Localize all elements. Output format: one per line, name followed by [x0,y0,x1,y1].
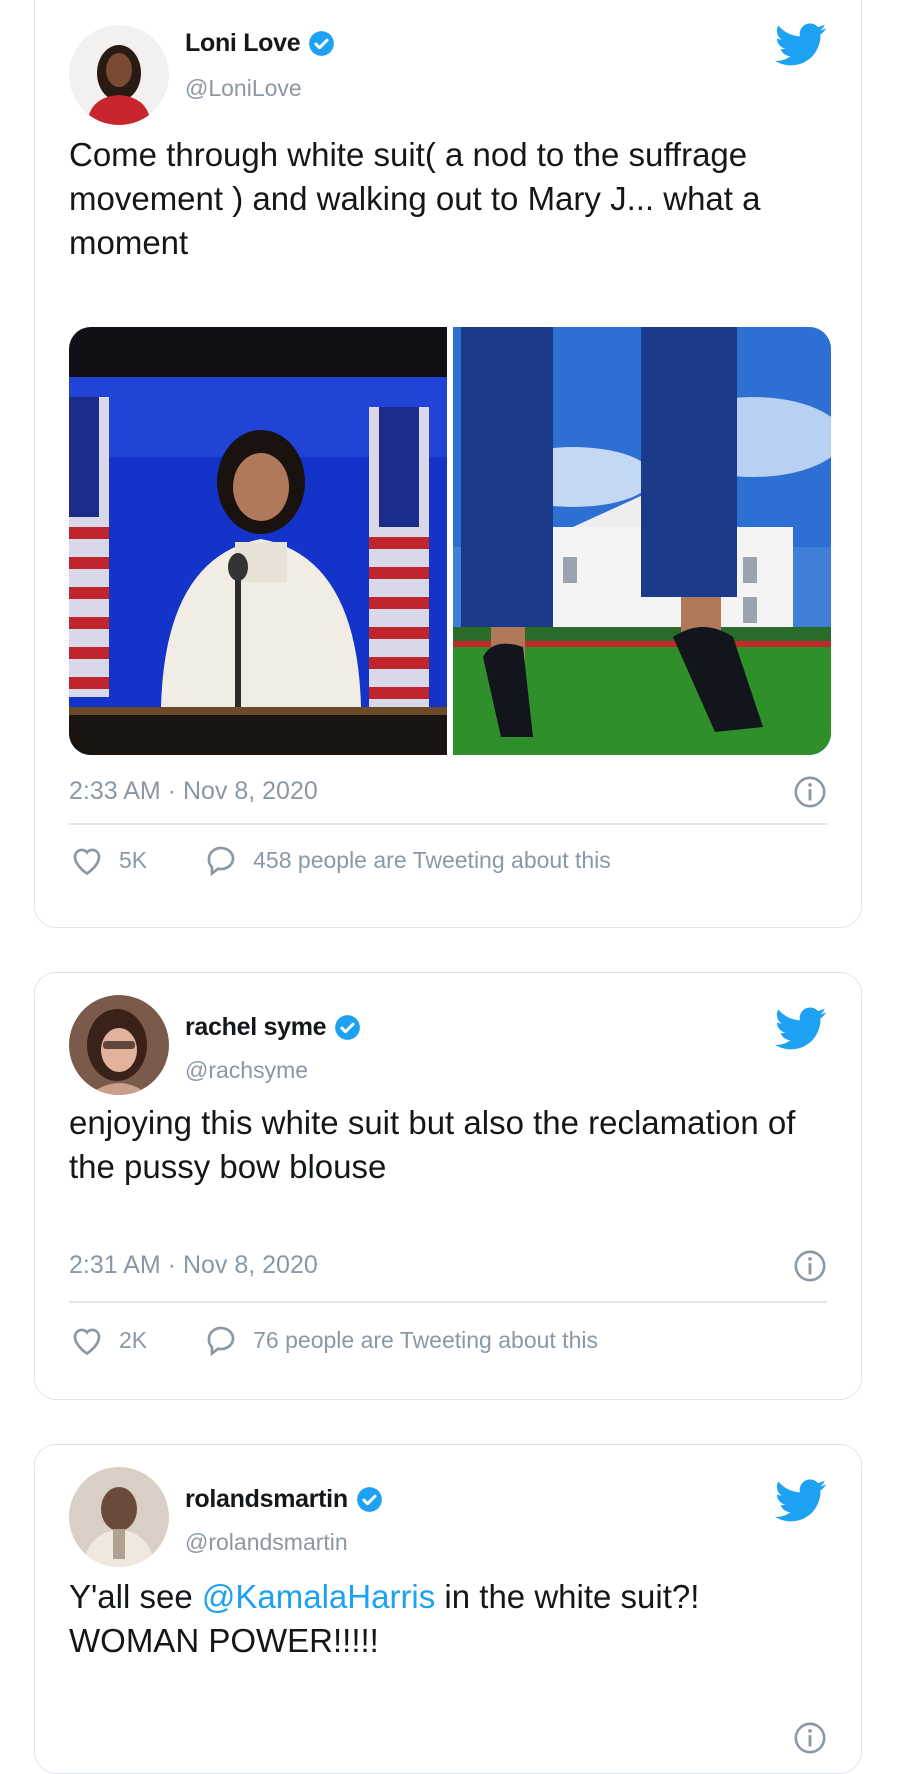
tweet-timestamp[interactable]: 2:33 AM · Nov 8, 2020 [69,777,318,806]
tweet-card[interactable]: Loni Love @LoniLove Come through white s… [34,0,862,928]
tweeting-about-count[interactable]: 458 people are Tweeting about this [253,847,611,874]
heart-icon[interactable] [69,843,105,877]
comment-bubble-icon[interactable] [203,843,239,877]
twitter-bird-icon[interactable] [775,1007,827,1051]
tweet-text: Come through white suit( a nod to the su… [69,136,761,262]
display-name[interactable]: Loni Love [185,29,301,58]
comment-bubble-icon[interactable] [203,1323,239,1357]
like-count[interactable]: 5K [119,847,147,874]
verified-badge-icon [356,1487,382,1512]
info-icon[interactable] [793,1721,827,1755]
display-name[interactable]: rolandsmartin [185,1485,348,1514]
avatar[interactable] [69,25,169,125]
twitter-bird-icon[interactable] [775,1479,827,1523]
avatar[interactable] [69,1467,169,1567]
heart-icon[interactable] [69,1323,105,1357]
info-icon[interactable] [793,775,827,809]
media-photo-speech[interactable] [69,327,447,755]
tweet-timestamp[interactable]: 2:31 AM · Nov 8, 2020 [69,1251,318,1280]
tweeting-about-count[interactable]: 76 people are Tweeting about this [253,1327,598,1354]
tweet-card[interactable]: rachel syme @rachsyme enjoying this whit… [34,972,862,1400]
tweet-text-start: Y'all see [69,1578,202,1615]
tweet-text: enjoying this white suit but also the re… [69,1104,796,1186]
tweet-card[interactable]: rolandsmartin @rolandsmartin Y'all see @… [34,1444,862,1774]
user-handle[interactable]: @rolandsmartin [185,1529,348,1556]
divider [69,823,827,825]
user-handle[interactable]: @rachsyme [185,1057,308,1084]
tweet-stats: 2K 76 people are Tweeting about this [69,1323,598,1357]
mention-link[interactable]: @KamalaHarris [202,1578,435,1615]
like-count[interactable]: 2K [119,1327,147,1354]
info-icon[interactable] [793,1249,827,1283]
avatar[interactable] [69,995,169,1095]
tweet-media[interactable] [69,327,831,755]
verified-badge-icon [309,31,335,56]
tweet-text: Y'all see @KamalaHarris in the white sui… [69,1575,821,1663]
media-photo-white-house[interactable] [453,327,831,755]
divider [69,1301,827,1303]
display-name[interactable]: rachel syme [185,1013,327,1042]
user-handle[interactable]: @LoniLove [185,75,302,102]
twitter-bird-icon[interactable] [775,23,827,67]
tweet-stats: 5K 458 people are Tweeting about this [69,843,611,877]
verified-badge-icon [335,1015,361,1040]
